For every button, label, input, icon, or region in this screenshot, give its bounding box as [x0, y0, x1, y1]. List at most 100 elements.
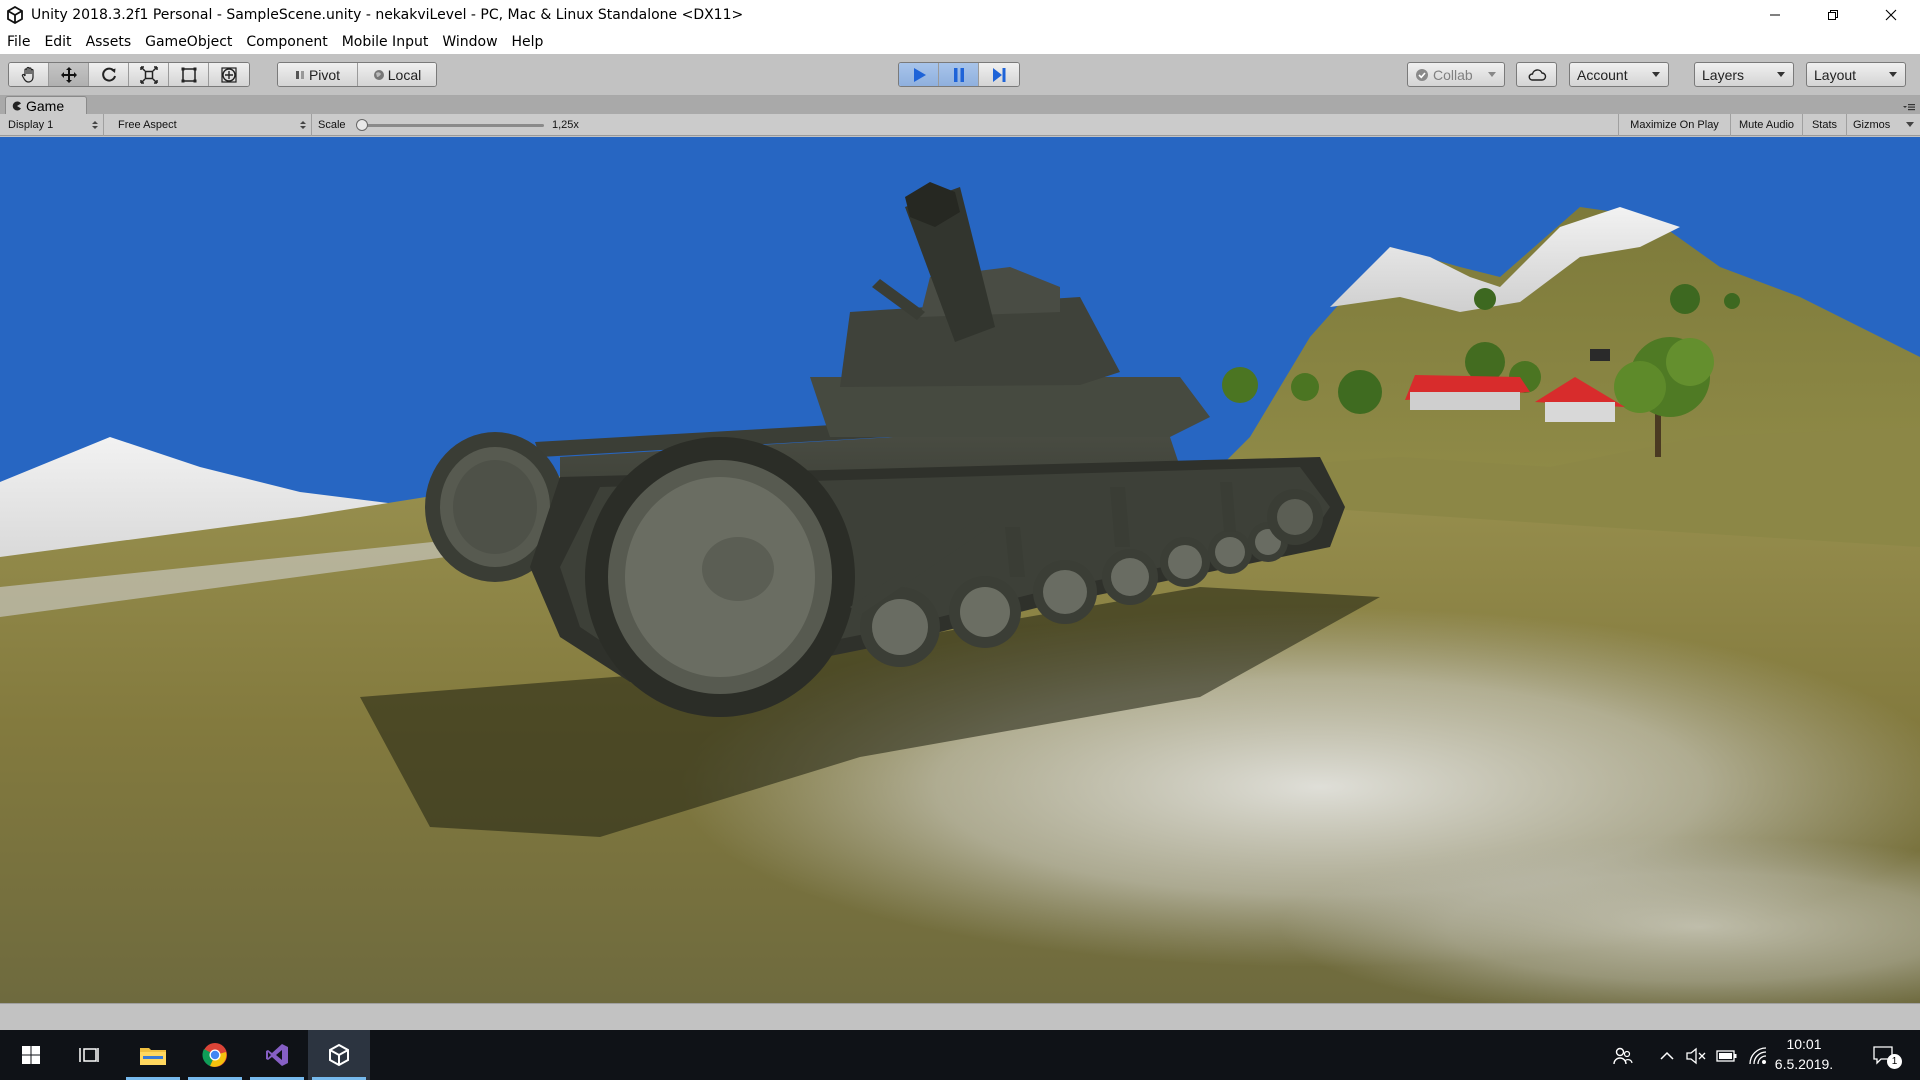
pivot-button[interactable]: Pivot	[278, 63, 358, 86]
maximize-on-play-toggle[interactable]: Maximize On Play	[1618, 114, 1730, 136]
chrome-icon	[202, 1043, 227, 1067]
rect-tool-icon	[181, 67, 196, 82]
rotate-tool-button[interactable]	[89, 63, 129, 86]
display-label: Display 1	[8, 119, 54, 131]
local-globe-icon	[373, 69, 384, 80]
scale-tool-button[interactable]	[129, 63, 169, 86]
volume-muted-icon	[1686, 1047, 1706, 1065]
mute-label: Mute Audio	[1738, 119, 1795, 131]
main-toolbar: Pivot Local Collab Account Layers Layout	[0, 54, 1920, 96]
rotate-tool-icon	[101, 67, 116, 82]
pivot-icon	[295, 70, 304, 79]
step-icon	[993, 67, 1006, 82]
menu-assets[interactable]: Assets	[86, 34, 132, 50]
cloud-button[interactable]	[1516, 62, 1557, 87]
window-title: Unity 2018.3.2f1 Personal - SampleScene.…	[31, 7, 744, 23]
move-tool-button[interactable]	[49, 63, 89, 86]
pause-button[interactable]	[939, 63, 979, 86]
scale-value: 1,25x	[552, 119, 579, 131]
layers-label: Layers	[1702, 66, 1745, 83]
collab-label: Collab	[1433, 66, 1473, 83]
menu-help[interactable]: Help	[512, 34, 544, 50]
tab-game[interactable]: Game	[5, 96, 87, 114]
taskbar-visual-studio[interactable]	[246, 1030, 308, 1080]
play-icon	[913, 67, 926, 82]
restore-icon	[1828, 10, 1838, 20]
menu-file[interactable]: File	[7, 34, 30, 50]
collab-dropdown[interactable]: Collab	[1407, 62, 1505, 87]
aspect-label: Free Aspect	[118, 119, 177, 131]
action-center-button[interactable]: 1	[1866, 1045, 1902, 1069]
game-viewport[interactable]	[0, 137, 1920, 1003]
display-selector[interactable]: Display 1	[0, 114, 104, 136]
gizmos-dropdown[interactable]: Gizmos	[1846, 114, 1920, 136]
dropdown-arrow-icon	[1906, 122, 1914, 127]
account-dropdown[interactable]: Account	[1569, 62, 1669, 87]
menu-mobile-input[interactable]: Mobile Input	[342, 34, 429, 50]
play-button[interactable]	[899, 63, 939, 86]
stats-toggle[interactable]: Stats	[1802, 114, 1846, 136]
title-bar: Unity 2018.3.2f1 Personal - SampleScene.…	[0, 0, 1920, 30]
transform-tool-button[interactable]	[209, 63, 249, 86]
mute-audio-toggle[interactable]: Mute Audio	[1730, 114, 1802, 136]
menu-window[interactable]: Window	[442, 34, 497, 50]
show-hidden-icons-button[interactable]	[1656, 1045, 1678, 1067]
taskbar-file-explorer[interactable]	[122, 1030, 184, 1080]
pause-icon	[953, 67, 964, 82]
gizmos-label: Gizmos	[1853, 119, 1891, 131]
windows-taskbar: 10:01 6.5.2019. 1	[0, 1030, 1920, 1080]
notification-count-badge: 1	[1887, 1054, 1902, 1069]
close-button[interactable]	[1862, 0, 1920, 30]
hand-tool-button[interactable]	[9, 63, 49, 86]
taskbar-unity[interactable]	[308, 1030, 370, 1080]
scale-slider-track[interactable]	[360, 124, 544, 127]
start-button[interactable]	[0, 1030, 62, 1080]
people-button[interactable]	[1612, 1045, 1634, 1067]
menu-bar: File Edit Assets GameObject Component Mo…	[0, 30, 1920, 54]
game-pacman-icon	[12, 101, 21, 110]
cloud-icon	[1528, 68, 1546, 81]
game-view-controls: Display 1 Free Aspect Scale 1,25x Maximi…	[0, 114, 1920, 136]
stats-label: Stats	[1811, 119, 1838, 131]
menu-component[interactable]: Component	[246, 34, 327, 50]
playback-controls	[898, 62, 1020, 87]
restore-button[interactable]	[1804, 0, 1862, 30]
menu-gameobject[interactable]: GameObject	[145, 34, 232, 50]
status-bar	[0, 1003, 1920, 1030]
unity-icon	[329, 1043, 349, 1067]
transform-tools	[8, 62, 250, 87]
minimize-button[interactable]	[1746, 0, 1804, 30]
rect-tool-button[interactable]	[169, 63, 209, 86]
step-button[interactable]	[979, 63, 1019, 86]
close-icon	[1885, 9, 1897, 21]
battery-button[interactable]	[1716, 1045, 1738, 1067]
scale-tool-icon	[139, 65, 158, 84]
task-view-button[interactable]	[58, 1030, 120, 1080]
taskbar-chrome[interactable]	[184, 1030, 246, 1080]
task-view-icon	[79, 1048, 99, 1062]
layout-dropdown[interactable]: Layout	[1806, 62, 1906, 87]
scale-slider-thumb[interactable]	[356, 119, 368, 131]
volume-button[interactable]	[1685, 1045, 1707, 1067]
updown-arrows-icon	[300, 121, 306, 129]
scale-label: Scale	[318, 119, 346, 131]
menu-edit[interactable]: Edit	[44, 34, 71, 50]
clock-date: 6.5.2019.	[1774, 1056, 1834, 1072]
battery-icon	[1716, 1050, 1737, 1062]
panel-tab-row: Game	[0, 96, 1920, 114]
collab-check-icon	[1416, 68, 1428, 81]
file-explorer-icon	[140, 1048, 166, 1065]
move-tool-icon	[60, 66, 77, 83]
layers-dropdown[interactable]: Layers	[1694, 62, 1794, 87]
pivot-toggles: Pivot Local	[277, 62, 437, 87]
minimize-icon	[1770, 14, 1780, 16]
updown-arrows-icon	[92, 121, 98, 129]
local-label: Local	[387, 66, 422, 83]
local-button[interactable]: Local	[358, 63, 436, 86]
aspect-selector[interactable]: Free Aspect	[110, 114, 312, 136]
unity-logo-icon	[4, 4, 26, 26]
transform-tool-icon	[221, 66, 237, 83]
pivot-label: Pivot	[308, 66, 341, 83]
panel-menu-icon	[1903, 104, 1915, 111]
taskbar-clock[interactable]: 10:01 6.5.2019.	[1766, 1034, 1842, 1078]
